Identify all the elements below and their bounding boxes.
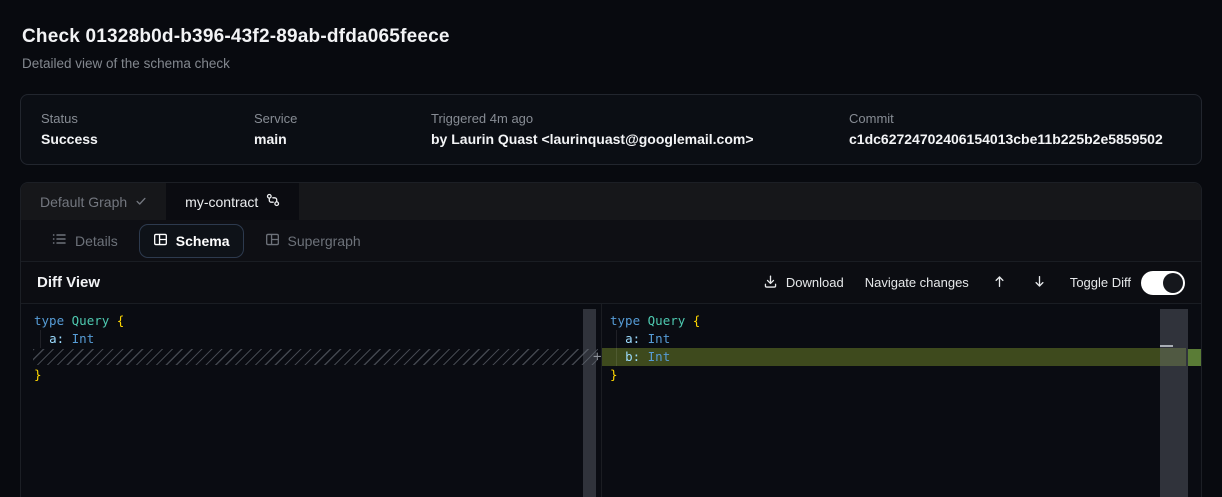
code-line: type Query { xyxy=(602,312,1201,330)
diff-view-title: Diff View xyxy=(37,274,100,291)
tab-default-graph[interactable]: Default Graph xyxy=(21,183,166,220)
commit-label: Commit xyxy=(849,111,1181,126)
toggle-diff-switch[interactable] xyxy=(1141,271,1185,295)
tab-supergraph[interactable]: Supergraph xyxy=(251,224,375,258)
download-icon xyxy=(763,274,778,292)
tab-default-graph-label: Default Graph xyxy=(40,194,127,210)
toggle-diff-label: Toggle Diff xyxy=(1070,275,1131,290)
compare-icon xyxy=(266,193,280,210)
tab-schema-label: Schema xyxy=(176,233,230,249)
check-icon xyxy=(135,194,147,210)
service-label: Service xyxy=(254,111,431,126)
code-line: } xyxy=(21,366,601,384)
diff-pane-original: type Query { a: Int} xyxy=(21,304,601,497)
code-line: a: Int xyxy=(21,330,601,348)
service-field: Service main xyxy=(254,111,431,148)
diff-controls: Download Navigate changes xyxy=(763,271,1185,295)
toggle-diff-knob xyxy=(1163,273,1183,293)
code-line: } xyxy=(602,366,1201,384)
page-subtitle: Detailed view of the schema check xyxy=(22,55,1200,72)
triggered-value: by Laurin Quast <laurinquast@googlemail.… xyxy=(431,131,849,148)
tab-supergraph-label: Supergraph xyxy=(288,233,361,249)
diff-placeholder-line xyxy=(33,349,598,365)
service-value: main xyxy=(254,131,431,148)
next-change-button[interactable] xyxy=(1030,274,1049,292)
page-header: Check 01328b0d-b396-43f2-89ab-dfda065fee… xyxy=(0,0,1222,72)
panels-icon xyxy=(153,232,168,250)
modified-pane-scrollbar[interactable] xyxy=(1160,309,1188,497)
tab-details-label: Details xyxy=(75,233,118,249)
navigate-changes-button[interactable]: Navigate changes xyxy=(865,275,969,290)
view-tabs: Details Schema Supergraph xyxy=(21,220,1201,262)
tab-details[interactable]: Details xyxy=(37,223,132,258)
overview-ruler-added-marker xyxy=(1188,349,1202,366)
added-code-line: b: Int xyxy=(602,348,1186,366)
original-pane-scrollbar[interactable] xyxy=(583,309,596,497)
tab-schema[interactable]: Schema xyxy=(139,224,244,258)
graph-tabs-strip: Default Graph my-contract xyxy=(21,183,1201,220)
scrollbar-position-tick xyxy=(1160,345,1173,347)
code-line: type Query { xyxy=(21,312,601,330)
arrow-down-icon xyxy=(1032,274,1047,292)
tab-my-contract-label: my-contract xyxy=(185,194,258,210)
toggle-diff-group: Toggle Diff xyxy=(1070,271,1185,295)
status-label: Status xyxy=(41,111,254,126)
check-summary-card: Status Success Service main Triggered 4m… xyxy=(20,94,1202,165)
diff-pane-modified: type Query { a: Int b: Int} xyxy=(601,304,1201,497)
navigate-changes-label: Navigate changes xyxy=(865,275,969,290)
list-icon xyxy=(51,231,67,250)
check-detail-panel: Default Graph my-contract D xyxy=(20,182,1202,497)
panels-icon xyxy=(265,232,280,250)
diff-header: Diff View Download Navigate changes xyxy=(21,262,1201,304)
commit-value: c1dc62724702406154013cbe11b225b2e5859502 xyxy=(849,131,1181,148)
arrow-up-icon xyxy=(992,274,1007,292)
download-label: Download xyxy=(786,275,844,290)
status-value: Success xyxy=(41,131,254,148)
page-title: Check 01328b0d-b396-43f2-89ab-dfda065fee… xyxy=(22,26,1200,48)
schema-diff-editor: type Query { a: Int} type Query { a: Int… xyxy=(21,304,1201,497)
tab-my-contract[interactable]: my-contract xyxy=(166,183,299,220)
added-line-plus-marker: + xyxy=(593,348,613,366)
commit-field: Commit c1dc62724702406154013cbe11b225b2e… xyxy=(849,111,1181,148)
indent-guide xyxy=(616,330,617,366)
download-button[interactable]: Download xyxy=(763,274,844,292)
previous-change-button[interactable] xyxy=(990,274,1009,292)
triggered-field: Triggered 4m ago by Laurin Quast <laurin… xyxy=(431,111,849,148)
code-line: a: Int xyxy=(602,330,1201,348)
indent-guide xyxy=(40,330,41,348)
triggered-label: Triggered 4m ago xyxy=(431,111,849,126)
status-field: Status Success xyxy=(41,111,254,148)
